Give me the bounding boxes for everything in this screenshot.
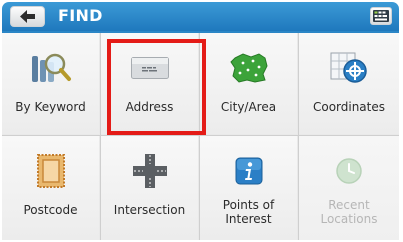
postcode-label: Postcode — [23, 203, 78, 217]
grid-divider — [100, 33, 101, 240]
recent-locations-label-line1: Recent — [328, 198, 370, 212]
intersection-icon — [132, 154, 167, 188]
intersection-label: Intersection — [113, 203, 186, 217]
info-icon — [235, 157, 262, 185]
postcode-option[interactable]: Postcode — [2, 136, 99, 240]
recent-locations-option: Recent Locations — [299, 136, 399, 240]
find-screen: FIND By Keyword Address City/Area Coordi… — [0, 0, 403, 242]
recent-locations-label: Recent Locations — [299, 198, 399, 226]
back-button[interactable] — [10, 6, 45, 27]
city-area-map-icon — [229, 53, 268, 83]
grid-divider — [2, 135, 399, 136]
keyboard-icon — [373, 10, 389, 22]
keyboard-button[interactable] — [370, 7, 392, 25]
page-title: FIND — [58, 6, 103, 25]
points-of-interest-label-line1: Points of — [222, 198, 275, 212]
by-keyword-option[interactable]: By Keyword — [2, 33, 99, 134]
keyword-magnifier-icon — [31, 53, 71, 82]
clock-icon — [336, 158, 362, 184]
header-bar: FIND — [2, 2, 399, 31]
points-of-interest-label-line2: Interest — [225, 212, 272, 226]
coordinates-globe-icon — [330, 52, 367, 83]
coordinates-label: Coordinates — [312, 100, 386, 114]
points-of-interest-option[interactable]: Points of Interest — [200, 136, 297, 240]
grid-divider — [298, 33, 299, 240]
address-selection-highlight — [107, 39, 206, 135]
points-of-interest-label: Points of Interest — [200, 198, 297, 226]
postcode-stamp-icon — [36, 154, 65, 188]
recent-locations-label-line2: Locations — [320, 212, 378, 226]
city-area-label: City/Area — [220, 100, 277, 114]
coordinates-option[interactable]: Coordinates — [299, 33, 399, 134]
by-keyword-label: By Keyword — [15, 100, 86, 114]
city-area-option[interactable]: City/Area — [200, 33, 297, 134]
left-arrow-icon — [20, 10, 35, 23]
intersection-option[interactable]: Intersection — [101, 136, 198, 240]
